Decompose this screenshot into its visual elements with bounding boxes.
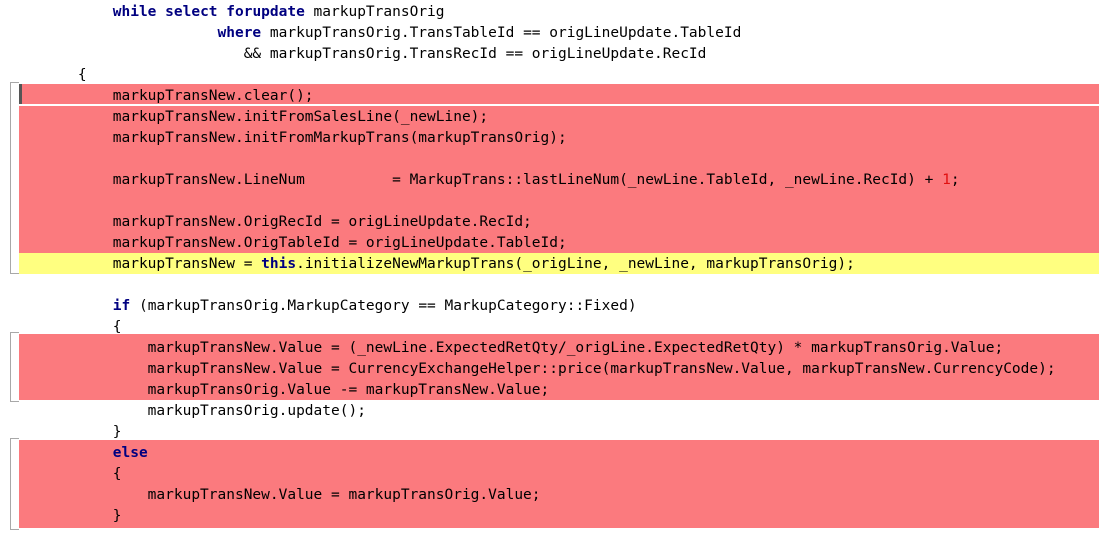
code-line[interactable] — [0, 149, 1099, 170]
code-token: markupTransNew.LineNum = MarkupTrans::la… — [8, 172, 943, 188]
code-line[interactable]: markupTransNew.initFromSalesLine(_newLin… — [0, 107, 1099, 128]
code-token: markupTransOrig.update(); — [8, 403, 366, 419]
code-token: markupTransNew.OrigTableId = origLineUpd… — [8, 235, 567, 251]
code-token: markupTransNew.Value = markupTransOrig.V… — [8, 487, 541, 503]
code-token: markupTransOrig.Value -= markupTransNew.… — [8, 382, 550, 398]
code-token: .initializeNewMarkupTrans(_origLine, _ne… — [296, 256, 855, 272]
number-token: 1 — [942, 172, 951, 188]
code-line[interactable]: while select forupdate markupTransOrig — [0, 2, 1099, 23]
code-token: markupTransOrig — [304, 4, 445, 20]
code-line[interactable]: markupTransNew.clear(); — [0, 86, 1099, 107]
code-token: markupTransNew = — [8, 256, 262, 272]
code-token: } — [8, 508, 122, 524]
code-line[interactable]: markupTransNew.OrigTableId = origLineUpd… — [0, 233, 1099, 254]
code-line[interactable] — [0, 191, 1099, 212]
code-line[interactable]: markupTransNew.Value = (_newLine.Expecte… — [0, 338, 1099, 359]
code-line[interactable]: markupTransOrig.update(); — [0, 401, 1099, 422]
code-token: markupTransNew.initFromSalesLine(_newLin… — [8, 109, 489, 125]
code-token: (markupTransOrig.MarkupCategory == Marku… — [130, 298, 637, 314]
code-token: markupTransOrig.TransTableId == origLine… — [261, 25, 742, 41]
code-token: markupTransNew.initFromMarkupTrans(marku… — [8, 130, 567, 146]
code-line[interactable]: else — [0, 443, 1099, 464]
code-token: { — [8, 67, 87, 83]
code-line[interactable]: { — [0, 317, 1099, 338]
code-token: && markupTransOrig.TransRecId == origLin… — [8, 46, 707, 62]
keyword-token: if — [112, 298, 131, 314]
code-line[interactable]: markupTransNew.LineNum = MarkupTrans::la… — [0, 170, 1099, 191]
code-line[interactable]: markupTransNew.initFromMarkupTrans(marku… — [0, 128, 1099, 149]
code-line[interactable]: } — [0, 422, 1099, 443]
code-token: markupTransNew.clear(); — [8, 88, 314, 104]
code-line[interactable] — [0, 275, 1099, 296]
code-token: } — [8, 424, 122, 440]
code-token: { — [8, 319, 122, 335]
code-line[interactable]: markupTransOrig.Value -= markupTransNew.… — [0, 380, 1099, 401]
code-token: markupTransNew.Value = CurrencyExchangeH… — [8, 361, 1056, 377]
code-line[interactable]: markupTransNew.OrigRecId = origLineUpdat… — [0, 212, 1099, 233]
code-line[interactable]: if (markupTransOrig.MarkupCategory == Ma… — [0, 296, 1099, 317]
code-line[interactable]: markupTransNew = this.initializeNewMarku… — [0, 254, 1099, 275]
code-token: ; — [950, 172, 960, 188]
code-token: markupTransNew.OrigRecId = origLineUpdat… — [8, 214, 532, 230]
code-line[interactable]: && markupTransOrig.TransRecId == origLin… — [0, 44, 1099, 65]
code-line[interactable]: where markupTransOrig.TransTableId == or… — [0, 23, 1099, 44]
code-line[interactable]: { — [0, 464, 1099, 485]
keyword-token: else — [112, 445, 148, 461]
code-editor-view[interactable]: while select forupdate markupTransOrig w… — [0, 0, 1099, 550]
code-text-layer[interactable]: while select forupdate markupTransOrig w… — [0, 0, 1099, 550]
keyword-token: while select forupdate — [112, 4, 305, 20]
code-line[interactable]: } — [0, 506, 1099, 527]
code-token: { — [8, 466, 122, 482]
keyword-token: where — [217, 25, 262, 41]
code-token: markupTransNew.Value = (_newLine.Expecte… — [8, 340, 1004, 356]
keyword-token: this — [261, 256, 297, 272]
code-line[interactable]: markupTransNew.Value = CurrencyExchangeH… — [0, 359, 1099, 380]
code-line[interactable]: { — [0, 65, 1099, 86]
code-line[interactable]: markupTransNew.Value = markupTransOrig.V… — [0, 485, 1099, 506]
